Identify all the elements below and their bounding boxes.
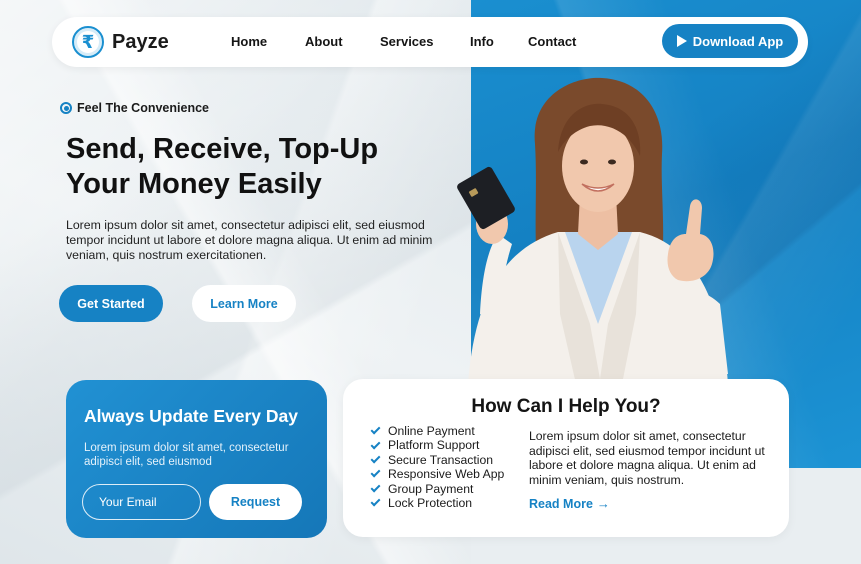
hero-eyebrow: Feel The Convenience bbox=[60, 101, 209, 115]
feature-label: Platform Support bbox=[388, 438, 480, 453]
feature-item: Lock Protection bbox=[369, 496, 504, 510]
help-title: How Can I Help You? bbox=[471, 396, 661, 417]
logo[interactable]: ₹ Payze bbox=[72, 26, 169, 58]
hero-title: Send, Receive, Top-Up Your Money Easily bbox=[66, 132, 466, 202]
get-started-button[interactable]: Get Started bbox=[59, 285, 163, 322]
read-more-label: Read More bbox=[529, 496, 593, 511]
nav-link-contact[interactable]: Contact bbox=[528, 34, 576, 49]
feature-label: Online Payment bbox=[388, 424, 475, 438]
feature-list: Online Payment Platform Support Secure T… bbox=[369, 424, 504, 510]
check-icon bbox=[370, 453, 381, 464]
nav-link-about[interactable]: About bbox=[305, 34, 343, 49]
check-icon bbox=[370, 482, 381, 493]
feature-label: Group Payment bbox=[388, 481, 474, 496]
rupee-coin-icon: ₹ bbox=[72, 26, 104, 58]
feature-item: Secure Transaction bbox=[369, 453, 504, 467]
hero-woman-image bbox=[457, 77, 728, 384]
subscribe-title: Always Update Every Day bbox=[84, 406, 298, 426]
hero-eyebrow-text: Feel The Convenience bbox=[77, 101, 209, 115]
play-icon bbox=[676, 35, 687, 47]
nav-link-info[interactable]: Info bbox=[470, 34, 494, 49]
feature-item: Responsive Web App bbox=[369, 467, 504, 481]
check-icon bbox=[370, 496, 381, 507]
hero-description: Lorem ipsum dolor sit amet, consectetur … bbox=[66, 218, 433, 262]
check-icon bbox=[370, 467, 381, 478]
email-input[interactable] bbox=[82, 484, 201, 520]
subscribe-card: Always Update Every Day Lorem ipsum dolo… bbox=[66, 380, 327, 538]
hero-title-line-1: Send, Receive, Top-Up bbox=[66, 133, 379, 165]
feature-label: Responsive Web App bbox=[388, 467, 505, 482]
request-button[interactable]: Request bbox=[209, 484, 302, 520]
feature-item: Group Payment bbox=[369, 482, 504, 496]
help-description: Lorem ipsum dolor sit amet, consectetur … bbox=[529, 429, 765, 487]
hero-title-line-2: Your Money Easily bbox=[66, 168, 322, 200]
nav-link-home[interactable]: Home bbox=[231, 34, 267, 49]
check-icon bbox=[370, 439, 381, 450]
download-app-label: Download App bbox=[692, 33, 784, 49]
check-icon bbox=[370, 424, 381, 435]
feature-item: Platform Support bbox=[369, 438, 504, 452]
feature-label: Secure Transaction bbox=[388, 452, 494, 467]
learn-more-button[interactable]: Learn More bbox=[192, 285, 296, 322]
feature-item: Online Payment bbox=[369, 424, 504, 438]
feature-label: Lock Protection bbox=[388, 496, 473, 511]
navbar: ₹ Payze Home About Services Info Contact… bbox=[52, 17, 808, 67]
arrow-right-icon: → bbox=[596, 496, 610, 511]
nav-link-services[interactable]: Services bbox=[380, 34, 434, 49]
subscribe-description: Lorem ipsum dolor sit amet, consectetur … bbox=[84, 442, 289, 468]
help-card: How Can I Help You? Online Payment Platf… bbox=[343, 379, 789, 537]
read-more-link[interactable]: Read More → bbox=[529, 496, 610, 511]
download-app-button[interactable]: Download App bbox=[662, 24, 798, 58]
radio-dot-icon bbox=[60, 102, 72, 114]
brand-name: Payze bbox=[112, 30, 169, 53]
